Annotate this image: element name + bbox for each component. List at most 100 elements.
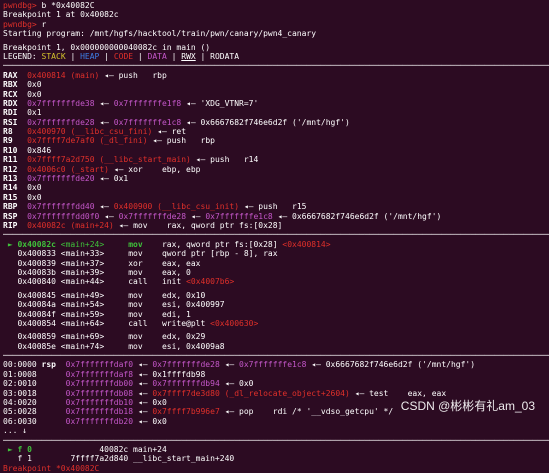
register-row: RIP 0x40082c (main+24) ◂— mov rax, qword… bbox=[3, 221, 549, 230]
disassembly-panel: ► 0x40082c <main+24> mov rax, qword ptr … bbox=[3, 240, 549, 351]
value-segment: 0x7ffff7a2d750 (__libc_start_main) bbox=[27, 155, 191, 165]
backtrace-frame: f 1 bbox=[3, 454, 32, 464]
stack-offset: 05:0028 bbox=[3, 407, 37, 417]
stack-row: 01:0008 0x7fffffffdaf8 ◂— 0x1ffffdb98 bbox=[3, 370, 549, 379]
footer-breakpoint-text: Breakpoint *0x40082C bbox=[3, 463, 100, 473]
register-name: R15 bbox=[3, 192, 28, 202]
backtrace-function: __libc_start_main+240 bbox=[128, 454, 235, 464]
register-row: R14 0x0 bbox=[3, 183, 549, 192]
value-segment: ◂— bbox=[94, 202, 114, 212]
legend-label: LEGEND: bbox=[3, 51, 37, 61]
register-row: R12 0x4006c0 (_start) ◂— xor ebp, ebp bbox=[3, 165, 549, 174]
value-segment: ◂— bbox=[133, 379, 153, 389]
register-name: RIP bbox=[3, 220, 28, 230]
disasm-row: 0x400833 <main+33> mov qword ptr [rbp - … bbox=[3, 249, 549, 258]
disasm-mnemonic: mov bbox=[118, 249, 162, 259]
register-row: R8 0x400970 (__libc_csu_fini) ◂— ret bbox=[3, 127, 549, 136]
legend-rodata: RODATA bbox=[210, 51, 240, 61]
value-segment: ◂— push r15 bbox=[239, 202, 307, 212]
value-segment: 0x7fffffffde20 bbox=[27, 174, 95, 184]
value-segment: ◂— bbox=[133, 388, 153, 398]
value-segment: eax, 0 bbox=[161, 267, 191, 277]
disasm-mnemonic: call bbox=[118, 277, 162, 287]
stack-separator: ────────────────────────────────────────… bbox=[3, 351, 549, 361]
value-segment: 0x400814 (main) bbox=[27, 70, 100, 80]
stack-row: ... ↓ bbox=[3, 426, 549, 435]
value-segment: 0x0 bbox=[27, 183, 42, 193]
disasm-indent bbox=[3, 300, 17, 309]
stack-offset: ... ↓ bbox=[3, 426, 28, 436]
value-segment: 0x7fffffffdaf8 bbox=[65, 369, 134, 379]
register-name: R13 bbox=[3, 174, 28, 184]
disasm-mnemonic: mov bbox=[118, 300, 162, 310]
value-segment: ◂— ret bbox=[152, 127, 187, 137]
register-row: R10 0x846 bbox=[3, 146, 549, 155]
value-segment: esi, 0x4009a8 bbox=[161, 341, 225, 351]
disasm-symbol: <main+74> bbox=[55, 341, 119, 351]
disasm-symbol: <main+59> bbox=[55, 309, 119, 319]
register-row: RSP 0x7fffffffdd0f0 ◂— 0x7fffffffde28 ◂—… bbox=[3, 212, 549, 221]
value-segment: 0x7fffffffdaf0 bbox=[65, 360, 134, 370]
disasm-indent bbox=[3, 249, 17, 258]
value-segment: 0x7fffffffde28 bbox=[152, 360, 220, 370]
value-segment: 0x7fffffffdb10 bbox=[65, 398, 134, 408]
register-name: RBP bbox=[3, 202, 28, 212]
disasm-separator: ────────────────────────────────────────… bbox=[3, 230, 549, 240]
value-segment: <0x400630> bbox=[210, 318, 259, 328]
disasm-indent bbox=[3, 332, 17, 341]
disasm-indent bbox=[3, 291, 17, 300]
terminal-window[interactable]: pwndbg> b *0x40082C Breakpoint 1 at 0x40… bbox=[0, 0, 549, 473]
disasm-mnemonic: mov bbox=[118, 267, 162, 277]
value-segment: ◂— test eax, eax bbox=[349, 388, 447, 398]
stack-offset: 01:0008 bbox=[3, 369, 37, 379]
stack-register bbox=[37, 398, 66, 407]
value-segment: 0x7fffffffdb20 bbox=[65, 416, 134, 426]
value-segment: 0x7fffffffe1c8 bbox=[205, 211, 273, 221]
command-line-1: pwndbg> b *0x40082C bbox=[3, 1, 549, 10]
value-segment: ◂— 0x1 bbox=[94, 174, 129, 184]
disasm-indent bbox=[3, 342, 17, 351]
value-segment: 0x4006c0 (_start) bbox=[27, 164, 109, 174]
disasm-row: ► 0x40082c <main+24> mov rax, qword ptr … bbox=[3, 240, 549, 249]
footer-breakpoint-line: Breakpoint *0x40082C bbox=[3, 464, 549, 473]
disasm-address: 0x40082c bbox=[17, 239, 56, 249]
register-row: RBX 0x0 bbox=[3, 80, 549, 89]
disasm-row: 0x400845 <main+49> mov edx, 0x10 bbox=[3, 291, 549, 300]
value-segment: ◂— 0x0 bbox=[133, 416, 167, 426]
value-segment: ◂— push rbp bbox=[99, 70, 167, 80]
stack-register bbox=[27, 426, 56, 435]
value-segment: 0x7fffffffde38 bbox=[27, 98, 95, 108]
value-segment: ◂— 0x0 bbox=[219, 379, 254, 389]
value-segment: ◂— bbox=[186, 211, 206, 221]
disasm-address: 0x40084a bbox=[17, 300, 56, 310]
legend-code: CODE bbox=[113, 51, 134, 61]
disasm-row: 0x400840 <main+44> call init <0x4007b6> bbox=[3, 277, 549, 286]
disasm-symbol: <main+33> bbox=[55, 249, 119, 259]
stack-offset: 00:0000 bbox=[3, 360, 37, 370]
disasm-mnemonic: mov bbox=[118, 239, 162, 249]
disasm-indent bbox=[3, 310, 17, 319]
disasm-symbol: <main+69> bbox=[55, 332, 119, 342]
value-segment: ◂— 0x6667682f746e6d2f ('/mnt/hgf') bbox=[181, 117, 350, 127]
disasm-address: 0x400845 bbox=[17, 290, 56, 300]
value-segment: ◂— 0x6667682f746e6d2f ('/mnt/hgf') bbox=[306, 360, 476, 370]
disasm-row: 0x40083b <main+39> mov eax, 0 bbox=[3, 268, 549, 277]
value-segment: 0x7fffffffe1c8 bbox=[113, 117, 182, 127]
pwndbg-prompt: pwndbg> bbox=[3, 1, 37, 10]
stack-register bbox=[37, 370, 66, 379]
value-segment: 0x7fffffffdb18 bbox=[65, 407, 134, 417]
value-segment: 0x7fffffffdd0f0 bbox=[27, 211, 100, 221]
register-name: RSI bbox=[3, 117, 28, 127]
disasm-symbol: <main+49> bbox=[55, 290, 119, 300]
register-name: R11 bbox=[3, 155, 28, 165]
value-segment: ◂— xor ebp, ebp bbox=[108, 164, 201, 174]
register-name: R14 bbox=[3, 183, 28, 193]
register-row: R9 0x7ffff7de7af0 (_dl_fini) ◂— push rbp bbox=[3, 136, 549, 145]
value-segment: ◂— bbox=[99, 211, 119, 221]
stack-row: 00:0000 rsp 0x7fffffffdaf0 ◂— 0x7fffffff… bbox=[3, 360, 549, 369]
value-segment: ◂— pop rdi /* '__vdso_getcpu' */ bbox=[219, 407, 394, 417]
disasm-address: 0x400840 bbox=[17, 277, 56, 287]
value-segment: 0x7ffff7de3d80 (_dl_relocate_object+2604… bbox=[152, 388, 350, 398]
value-segment: 0x7ffff7de7af0 (_dl_fini) bbox=[27, 136, 148, 146]
register-name: RDI bbox=[3, 108, 28, 118]
